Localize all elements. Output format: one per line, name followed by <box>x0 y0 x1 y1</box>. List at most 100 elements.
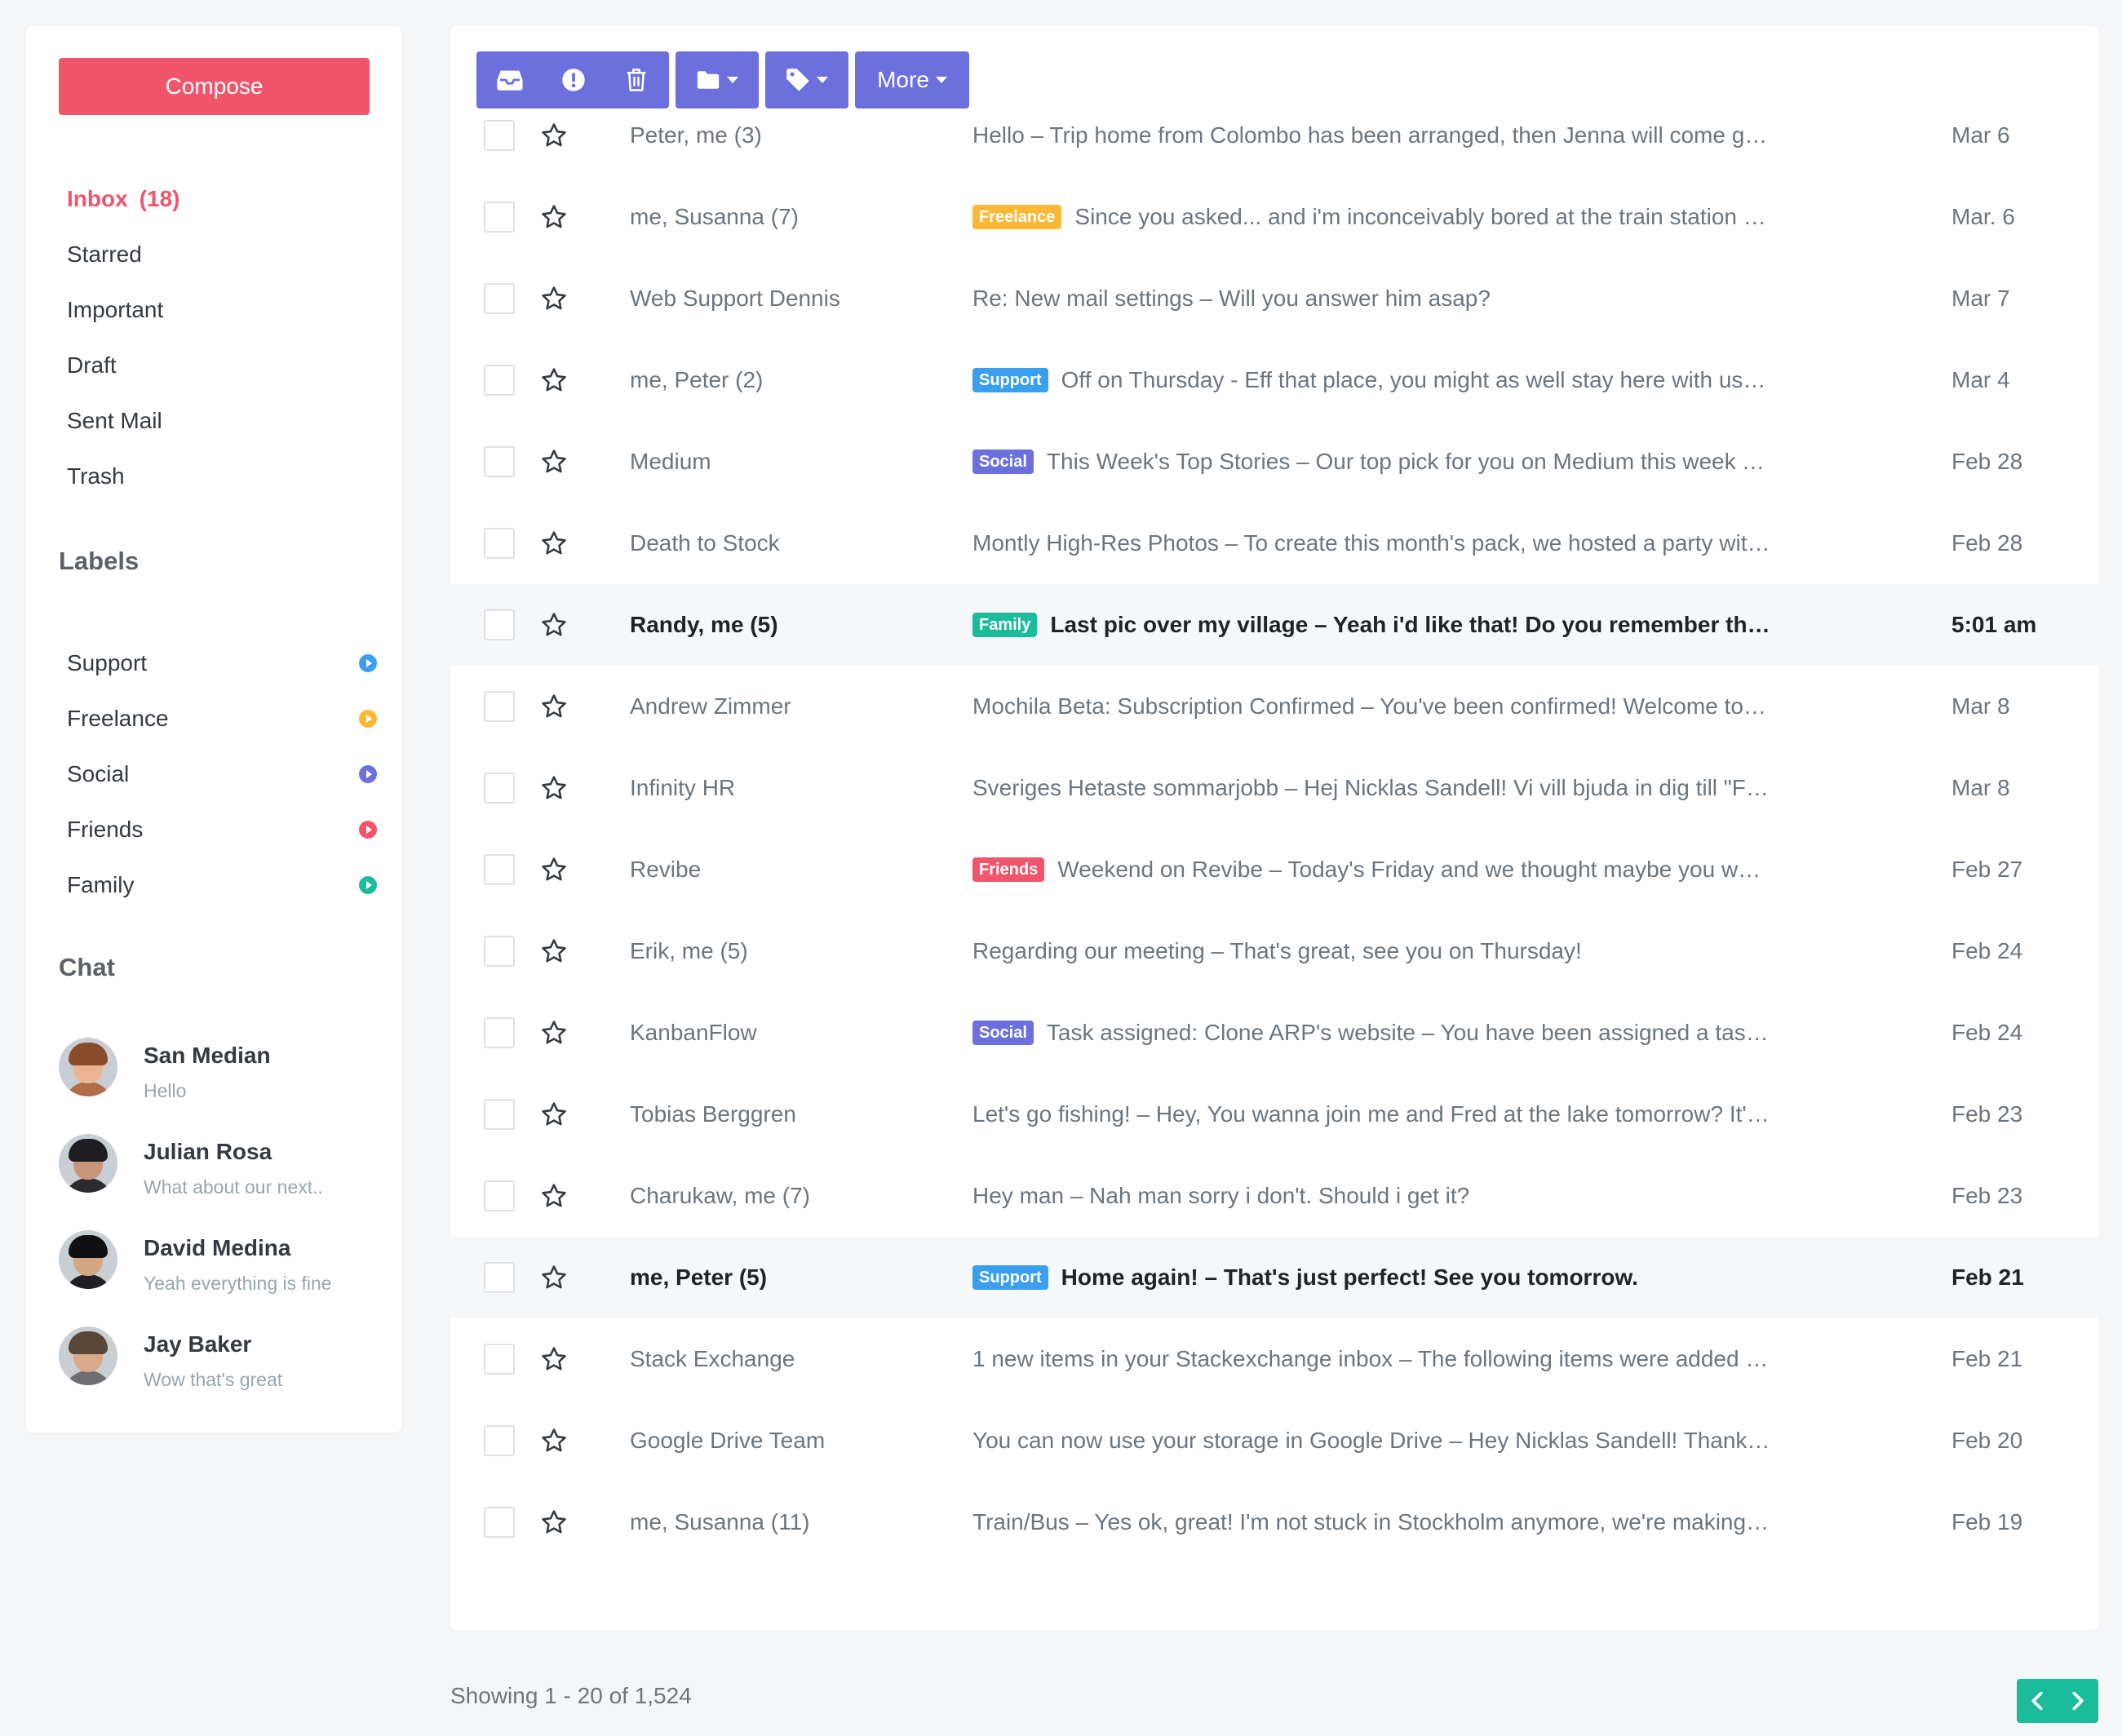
mail-date: Feb 23 <box>1951 1183 2023 1208</box>
mail-select-checkbox[interactable] <box>484 1017 515 1048</box>
mail-select-checkbox[interactable] <box>484 936 515 967</box>
nav-item-important[interactable]: Important <box>59 282 377 338</box>
mail-subject-text: Home again! – That's just perfect! See y… <box>1061 1264 1638 1290</box>
mail-subject: Mochila Beta: Subscription Confirmed – Y… <box>972 693 1772 720</box>
mail-select-checkbox[interactable] <box>484 283 515 314</box>
star-icon[interactable] <box>540 1345 568 1373</box>
star-icon[interactable] <box>540 693 568 720</box>
chat-name: San Median <box>144 1043 271 1068</box>
mail-row[interactable]: Peter, me (3) Hello – Trip home from Colo… <box>450 95 2098 176</box>
chat-item[interactable]: Jay Baker Wow that's great <box>59 1326 385 1423</box>
chat-item[interactable]: San Median Hello <box>59 1038 385 1134</box>
star-icon[interactable] <box>540 285 568 312</box>
label-item-label: Family <box>67 872 135 897</box>
chat-message: Wow that's great <box>144 1369 283 1390</box>
mail-row[interactable]: me, Susanna (7) Freelance Since you asked.… <box>450 176 2098 258</box>
compose-button[interactable]: Compose <box>59 58 370 115</box>
mail-select-checkbox[interactable] <box>484 1262 515 1293</box>
mail-select-checkbox[interactable] <box>484 1180 515 1211</box>
star-icon[interactable] <box>540 937 568 965</box>
next-page-button[interactable] <box>2058 1679 2098 1723</box>
alert-icon <box>562 69 585 91</box>
nav-item-draft[interactable]: Draft <box>59 338 377 393</box>
mail-row[interactable]: me, Susanna (11) Train/Bus – Yes ok, grea… <box>450 1481 2098 1563</box>
label-item-family[interactable]: Family <box>59 857 385 913</box>
mail-row[interactable]: Infinity HR Sveriges Hetaste sommarjobb –… <box>450 747 2098 829</box>
mail-row[interactable]: Google Drive Team You can now use your st… <box>450 1400 2098 1481</box>
label-item-friends[interactable]: Friends <box>59 802 385 857</box>
star-icon[interactable] <box>540 1508 568 1536</box>
star-icon[interactable] <box>540 529 568 557</box>
mail-row[interactable]: me, Peter (5) Support Home again! – That's… <box>450 1237 2098 1318</box>
label-item-freelance[interactable]: Freelance <box>59 691 385 746</box>
label-item-label: Freelance <box>67 706 169 731</box>
previous-page-button[interactable] <box>2017 1679 2058 1723</box>
mail-select-checkbox[interactable] <box>484 1425 515 1456</box>
star-icon[interactable] <box>540 122 568 149</box>
chat-name: Julian Rosa <box>144 1139 272 1164</box>
mail-row[interactable]: Erik, me (5) Regarding our meeting – That… <box>450 910 2098 992</box>
mail-date: Feb 21 <box>1951 1346 2023 1371</box>
mail-date: Feb 28 <box>1951 449 2023 474</box>
label-item-support[interactable]: Support <box>59 636 385 691</box>
mail-row[interactable]: Web Support Dennis Re: New mail settings … <box>450 258 2098 339</box>
mail-subject-text: 1 new items in your Stackexchange inbox … <box>972 1346 1772 1371</box>
star-icon[interactable] <box>540 611 568 639</box>
mail-select-checkbox[interactable] <box>484 854 515 885</box>
mail-select-checkbox[interactable] <box>484 528 515 559</box>
mail-row[interactable]: Stack Exchange 1 new items in your Stacke… <box>450 1318 2098 1400</box>
nav-item-label: Important <box>67 297 164 322</box>
star-icon[interactable] <box>540 774 568 802</box>
mail-row[interactable]: Charukaw, me (7) Hey man – Nah man sorry … <box>450 1155 2098 1237</box>
mail-select-checkbox[interactable] <box>484 446 515 477</box>
chat-item[interactable]: David Medina Yeah everything is fine <box>59 1230 385 1326</box>
star-icon[interactable] <box>540 856 568 884</box>
mail-date: Feb 21 <box>1951 1264 2024 1290</box>
mail-row[interactable]: Revibe Friends Weekend on Revibe – Today's… <box>450 829 2098 910</box>
mail-subject-text: Sveriges Hetaste sommarjobb – Hej Nickla… <box>972 775 1772 800</box>
nav-item-inbox[interactable]: Inbox (18) <box>59 171 377 227</box>
mail-subject: Hello – Trip home from Colombo has been … <box>972 122 1772 148</box>
avatar <box>59 1038 117 1096</box>
star-icon[interactable] <box>540 1427 568 1455</box>
mail-row[interactable]: Andrew Zimmer Mochila Beta: Subscription … <box>450 666 2098 747</box>
star-icon[interactable] <box>540 203 568 231</box>
mail-select-checkbox[interactable] <box>484 773 515 804</box>
nav-item-trash[interactable]: Trash <box>59 449 377 504</box>
star-icon[interactable] <box>540 448 568 476</box>
mail-subject-text: Since you asked... and i'm inconceivably… <box>1074 204 1772 229</box>
label-item-social[interactable]: Social <box>59 746 385 802</box>
star-icon[interactable] <box>540 366 568 394</box>
mail-select-checkbox[interactable] <box>484 609 515 640</box>
mail-select-checkbox[interactable] <box>484 1344 515 1375</box>
mail-row[interactable]: Medium Social This Week's Top Stories – Ou… <box>450 421 2098 503</box>
label-item-label: Social <box>67 761 130 786</box>
mail-select-checkbox[interactable] <box>484 1507 515 1538</box>
label-color-icon <box>359 654 377 672</box>
star-icon[interactable] <box>540 1100 568 1128</box>
label-item-label: Support <box>67 650 148 675</box>
mail-select-checkbox[interactable] <box>484 1099 515 1130</box>
mail-row[interactable]: Randy, me (5) Family Last pic over my vill… <box>450 584 2098 666</box>
nav-item-starred[interactable]: Starred <box>59 227 377 282</box>
mail-row[interactable]: KanbanFlow Social Task assigned: Clone ARP… <box>450 992 2098 1074</box>
star-icon[interactable] <box>540 1019 568 1047</box>
mail-select-checkbox[interactable] <box>484 202 515 232</box>
star-icon[interactable] <box>540 1182 568 1210</box>
mail-date: Mar 8 <box>1951 775 2010 800</box>
mail-row[interactable]: Death to Stock Montly High-Res Photos – T… <box>450 503 2098 584</box>
mail-select-checkbox[interactable] <box>484 365 515 396</box>
mail-row[interactable]: me, Peter (2) Support Off on Thursday - Ef… <box>450 339 2098 421</box>
chat-name: Jay Baker <box>144 1331 252 1357</box>
mail-subject: Regarding our meeting – That's great, se… <box>972 938 1772 964</box>
mail-select-checkbox[interactable] <box>484 120 515 151</box>
mail-list: Peter, me (3) Hello – Trip home from Colo… <box>450 95 2098 1563</box>
chevron-down-icon <box>817 77 828 83</box>
mail-row[interactable]: Tobias Berggren Let's go fishing! – Hey, … <box>450 1074 2098 1155</box>
star-icon[interactable] <box>540 1264 568 1291</box>
chat-item[interactable]: Julian Rosa What about our next.. <box>59 1134 385 1230</box>
mail-select-checkbox[interactable] <box>484 691 515 722</box>
label-color-icon <box>359 710 377 728</box>
mail-subject-text: Weekend on Revibe – Today's Friday and w… <box>1057 857 1772 882</box>
nav-item-sent-mail[interactable]: Sent Mail <box>59 393 377 449</box>
